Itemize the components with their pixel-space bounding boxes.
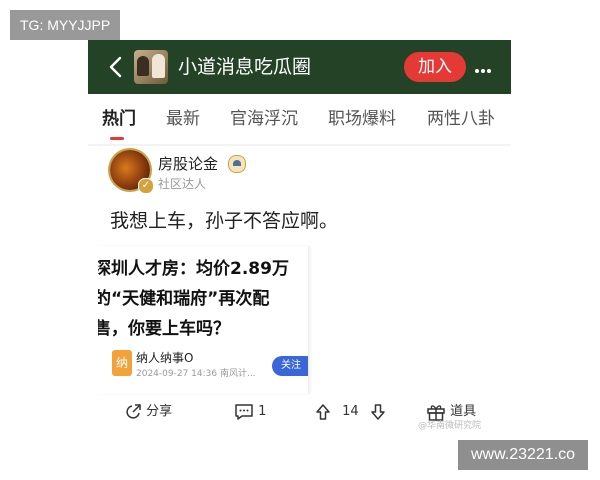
article-title-line: 售，你要上车吗？ xyxy=(98,319,230,339)
article-title-line: 的“天健和瑞府”再次配 xyxy=(98,289,270,309)
share-icon xyxy=(126,403,141,419)
article-title-line: 深圳人才房：均价2.89万 xyxy=(98,259,289,279)
tab-bar: 热门 最新 官海浮沉 职场爆料 两性八卦 xyxy=(88,94,511,144)
upvote-arrow-icon[interactable] xyxy=(314,403,332,421)
gift-icon xyxy=(427,404,445,421)
author-name[interactable]: 房股论金 xyxy=(158,154,218,174)
author-tag: 社区达人 xyxy=(158,177,207,191)
vote-controls: 14 xyxy=(314,402,387,422)
group-header: 小道消息吃瓜圈 加入 xyxy=(88,40,511,94)
post-text: 我想上车，孙子不答应啊。 xyxy=(110,210,339,232)
app-screen: 小道消息吃瓜圈 加入 热门 最新 官海浮沉 职场爆料 两性八卦 ✓ 房股论金 社… xyxy=(88,40,511,440)
watermark-top: TG: MYYJJPP xyxy=(10,10,121,40)
group-title: 小道消息吃瓜圈 xyxy=(178,56,312,78)
article-title: 深圳人才房：均价2.89万 的“天健和瑞府”再次配 售，你要上车吗？ xyxy=(98,254,308,344)
back-arrow-icon[interactable] xyxy=(104,54,128,80)
shared-article-card[interactable]: 深圳人才房：均价2.89万 的“天健和瑞府”再次配 售，你要上车吗？ 纳 纳人纳… xyxy=(98,246,309,394)
downvote-arrow-icon[interactable] xyxy=(369,403,387,421)
tools-button[interactable]: 道具 xyxy=(426,402,476,422)
follow-button[interactable]: 关注 xyxy=(272,356,308,376)
watermark-bottom: www.23221.co xyxy=(458,440,588,470)
join-button[interactable]: 加入 xyxy=(404,52,466,82)
share-button[interactable]: 分享 xyxy=(124,402,172,422)
share-label: 分享 xyxy=(146,404,173,419)
active-tab-indicator xyxy=(110,137,124,140)
tools-label: 道具 xyxy=(450,404,477,419)
source-name: 纳人纳事O xyxy=(136,351,194,365)
comment-button[interactable]: 1 xyxy=(234,402,266,422)
verified-badge-icon: ✓ xyxy=(138,178,154,194)
comment-icon xyxy=(235,403,253,420)
comment-count: 1 xyxy=(258,404,267,419)
tab-gossip[interactable]: 两性八卦 xyxy=(427,108,495,130)
source-logo: 纳 xyxy=(112,350,132,376)
more-options-icon[interactable] xyxy=(474,58,494,76)
tab-hot[interactable]: 热门 xyxy=(102,108,136,130)
post-card[interactable]: ✓ 房股论金 社区达人 我想上车，孙子不答应啊。 深圳人才房：均价2.89万 的… xyxy=(88,146,511,440)
group-avatar[interactable] xyxy=(134,50,168,84)
tab-officialdom[interactable]: 官海浮沉 xyxy=(230,108,298,130)
vote-count: 14 xyxy=(342,404,359,419)
rank-badge-icon xyxy=(228,155,246,173)
post-watermark: @华南微研究院 xyxy=(418,421,482,431)
tab-workplace[interactable]: 职场爆料 xyxy=(328,108,396,130)
tab-latest[interactable]: 最新 xyxy=(166,108,200,130)
source-meta: 2024-09-27 14:36 南风计... xyxy=(136,369,256,379)
